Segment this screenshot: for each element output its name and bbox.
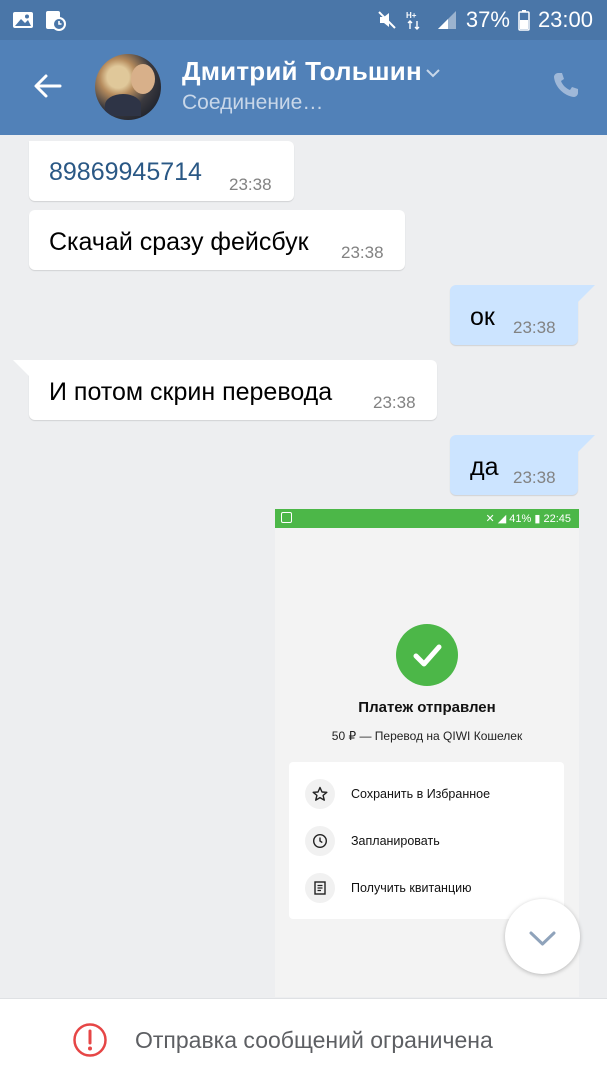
bubble-tail bbox=[575, 285, 595, 302]
data-arrows-icon: H+ bbox=[406, 9, 428, 31]
messaging-restricted-bar: Отправка сообщений ограничена bbox=[0, 998, 607, 1081]
option-label: Получить квитанцию bbox=[351, 881, 472, 895]
connection-status: Соединение… bbox=[182, 91, 324, 114]
payment-title: Платеж отправлен bbox=[358, 699, 496, 716]
receipt-icon bbox=[305, 873, 335, 903]
payment-subtitle: 50 ₽ — Перевод на QIWI Кошелек bbox=[331, 729, 523, 743]
bubble-tail bbox=[575, 435, 595, 452]
star-icon bbox=[305, 779, 335, 809]
warning-circle-icon bbox=[72, 1022, 108, 1058]
signal-icon: ◢ bbox=[497, 513, 507, 525]
status-bar: H+ 37% 23:00 bbox=[0, 0, 607, 40]
message-time: 23:38 bbox=[229, 175, 272, 194]
chat-header: Дмитрий Тольшин Соединение… bbox=[0, 40, 607, 135]
message-time: 23:38 bbox=[513, 468, 556, 487]
contact-name[interactable]: Дмитрий Тольшин bbox=[182, 56, 422, 87]
option-label: Запланировать bbox=[351, 834, 440, 848]
message-time: 23:38 bbox=[513, 318, 556, 337]
bubble-tail bbox=[13, 360, 33, 377]
battery-icon bbox=[518, 9, 530, 31]
avatar[interactable] bbox=[95, 54, 161, 120]
phone-icon[interactable] bbox=[551, 70, 581, 100]
message-bubble-incoming[interactable]: 89869945714 23:38 bbox=[29, 141, 294, 201]
message-bubble-incoming[interactable]: И потом скрин перевода 23:38 bbox=[29, 360, 437, 420]
attachment-time: 22:45 bbox=[543, 513, 571, 525]
option-label: Сохранить в Избранное bbox=[351, 787, 491, 801]
message-time: 23:38 bbox=[341, 243, 384, 262]
message-text: да bbox=[470, 453, 499, 481]
svg-text:H+: H+ bbox=[406, 11, 417, 20]
success-check-icon bbox=[396, 624, 458, 686]
chevron-down-icon[interactable] bbox=[425, 66, 441, 78]
message-bubble-incoming[interactable]: Скачай сразу фейсбук 23:38 bbox=[29, 210, 405, 270]
chevron-down-icon bbox=[529, 931, 556, 946]
message-bubble-outgoing[interactable]: ок 23:38 bbox=[450, 285, 578, 345]
notification-icon bbox=[281, 512, 292, 523]
message-text[interactable]: 89869945714 bbox=[49, 158, 202, 187]
mute-icon: ✕ bbox=[485, 513, 495, 525]
message-time: 23:38 bbox=[373, 393, 416, 412]
option-schedule: Запланировать bbox=[305, 825, 440, 857]
option-save-favorite: Сохранить в Избранное bbox=[305, 778, 490, 810]
message-text: ок bbox=[470, 303, 495, 331]
payment-options-card: Сохранить в Избранное Запланировать Полу… bbox=[289, 762, 564, 919]
signal-icon bbox=[436, 9, 458, 31]
clock-notification-icon bbox=[44, 9, 66, 31]
message-text: И потом скрин перевода bbox=[49, 378, 333, 406]
message-text: Скачай сразу фейсбук bbox=[49, 228, 309, 256]
image-icon bbox=[12, 9, 34, 31]
status-time: 23:00 bbox=[537, 7, 593, 32]
restriction-message: Отправка сообщений ограничена bbox=[135, 1027, 493, 1053]
option-receipt: Получить квитанцию bbox=[305, 872, 471, 904]
battery-icon: ▮ bbox=[534, 513, 541, 525]
back-arrow-icon[interactable] bbox=[30, 68, 66, 104]
message-bubble-outgoing[interactable]: да 23:38 bbox=[450, 435, 578, 495]
clock-icon bbox=[305, 826, 335, 856]
battery-percent: 37% bbox=[465, 7, 510, 32]
attachment-battery: 41% bbox=[509, 513, 532, 525]
mute-icon bbox=[376, 9, 398, 31]
attachment-status-bar: ✕ ◢ 41% ▮ 22:45 bbox=[275, 509, 579, 528]
scroll-down-button[interactable] bbox=[505, 899, 580, 974]
